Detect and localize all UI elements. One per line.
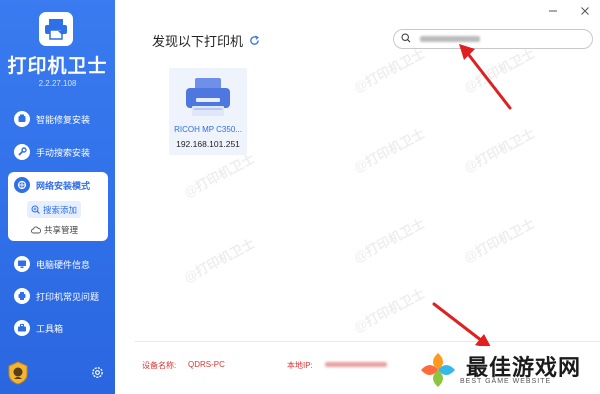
watermark: @打印机卫士 [181, 150, 258, 201]
repair-icon [14, 111, 30, 127]
sidebar-item-printer-faq[interactable]: 打印机常见问题 [8, 283, 108, 309]
page-title: 发现以下打印机 [152, 31, 260, 50]
watermark: @打印机卫士 [461, 215, 538, 266]
sidebar-item-label: 电脑硬件信息 [36, 259, 91, 270]
local-ip-label: 本地IP: [287, 361, 313, 370]
sidebar-item-label: 手动搜索安装 [36, 147, 91, 158]
sidebar-group-network-install: 网络安装模式 搜索添加 共享管理 [8, 172, 108, 241]
watermark: @打印机卫士 [351, 125, 428, 176]
toolbox-icon [14, 320, 30, 336]
sidebar-item-hardware-info[interactable]: 电脑硬件信息 [8, 251, 108, 277]
sidebar-subitem-label: 搜索添加 [43, 204, 78, 215]
printer-ip: 192.168.101.251 [176, 139, 240, 149]
divider [135, 341, 600, 342]
cloud-icon [31, 225, 41, 234]
printer-name: RICOH MP C350... [174, 125, 242, 134]
sidebar-item-label: 打印机常见问题 [36, 291, 100, 302]
computer-icon [14, 256, 30, 272]
device-name-label: 设备名称: [142, 361, 177, 370]
watermark: @打印机卫士 [181, 235, 258, 286]
close-icon [581, 7, 589, 15]
wrench-icon [14, 144, 30, 160]
search-add-icon [31, 205, 40, 214]
sidebar-item-network-install[interactable]: 网络安装模式 [8, 176, 90, 194]
sidebar-item-smart-repair[interactable]: 智能修复安装 [8, 106, 108, 132]
sidebar-item-manual-search[interactable]: 手动搜索安装 [8, 139, 108, 165]
red-arrow-icon [459, 44, 512, 110]
main-panel: @打印机卫士 @打印机卫士 @打印机卫士 @打印机卫士 @打印机卫士 @打印机卫… [115, 0, 600, 394]
network-icon [14, 177, 30, 193]
watermark: @打印机卫士 [461, 125, 538, 176]
watermark: @打印机卫士 [351, 285, 428, 336]
printer-card[interactable]: RICOH MP C350... 192.168.101.251 [169, 68, 247, 155]
gear-icon[interactable] [90, 365, 105, 380]
sidebar-item-label: 工具箱 [36, 323, 64, 334]
device-name-value: QDRS-PC [188, 360, 225, 369]
app-version: 2.2.27.108 [38, 79, 77, 88]
watermark: @打印机卫士 [351, 215, 428, 266]
refresh-icon[interactable] [249, 35, 260, 46]
app-name: 打印机卫士 [7, 56, 108, 77]
sidebar-item-toolbox[interactable]: 工具箱 [8, 315, 108, 341]
printer-icon [186, 78, 230, 116]
search-icon [401, 30, 411, 48]
app-logo [39, 12, 73, 46]
red-arrow-icon [432, 302, 492, 349]
close-button[interactable] [578, 4, 592, 18]
local-ip-redacted [325, 362, 387, 367]
printer-logo-icon [45, 19, 67, 40]
user-badge-icon [8, 361, 28, 385]
sidebar: 打印机卫士 2.2.27.108 智能修复安装 手动搜索安装 网络安装模式 搜索… [0, 0, 115, 394]
sidebar-subitem-share-manage[interactable]: 共享管理 [27, 221, 82, 238]
sidebar-item-label: 智能修复安装 [36, 114, 91, 125]
site-brand: 最佳游戏网 BEST GAME WEBSITE [414, 346, 600, 394]
printer-question-icon [14, 288, 30, 304]
minimize-icon [549, 10, 557, 12]
brand-logo-icon [421, 353, 455, 387]
minimize-button[interactable] [546, 4, 560, 18]
page-title-text: 发现以下打印机 [152, 34, 244, 49]
avatar[interactable] [6, 361, 30, 385]
brand-subtitle: BEST GAME WEBSITE [460, 378, 552, 385]
sidebar-subitem-search-add[interactable]: 搜索添加 [27, 201, 82, 218]
watermark: @打印机卫士 [351, 45, 428, 96]
sidebar-subitem-label: 共享管理 [44, 224, 79, 235]
sidebar-item-label: 网络安装模式 [36, 180, 91, 191]
